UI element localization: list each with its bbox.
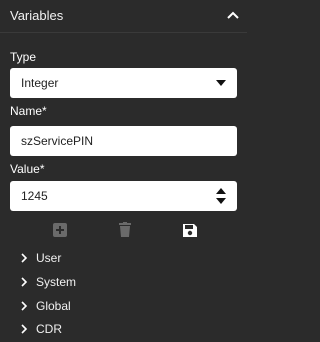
trash-icon[interactable] bbox=[118, 222, 132, 238]
tree-item-system[interactable]: System bbox=[20, 274, 76, 290]
value-label: Value* bbox=[10, 162, 45, 176]
tree-item-label: System bbox=[36, 275, 77, 289]
panel-header: Variables bbox=[0, 0, 247, 33]
spinner-arrows-icon[interactable] bbox=[216, 187, 226, 205]
name-input[interactable]: szServicePIN bbox=[10, 126, 237, 156]
name-label: Name* bbox=[10, 104, 47, 118]
tree-item-label: Global bbox=[36, 299, 71, 313]
panel-title: Variables bbox=[10, 8, 64, 23]
type-select[interactable]: Integer bbox=[10, 68, 237, 98]
name-required-mark: * bbox=[42, 104, 47, 118]
save-icon[interactable] bbox=[183, 222, 197, 238]
tree-item-user[interactable]: User bbox=[20, 250, 61, 266]
add-icon[interactable] bbox=[53, 222, 67, 238]
tree-item-global[interactable]: Global bbox=[20, 298, 71, 314]
chevron-right-icon bbox=[21, 324, 28, 334]
type-value: Integer bbox=[21, 76, 59, 90]
value-value: 1245 bbox=[21, 189, 48, 203]
type-label: Type bbox=[10, 50, 37, 64]
tree-item-cdr[interactable]: CDR bbox=[20, 321, 62, 337]
chevron-right-icon bbox=[21, 301, 28, 311]
tree-item-label: User bbox=[36, 251, 62, 265]
variable-actions bbox=[0, 222, 247, 240]
chevron-right-icon bbox=[21, 253, 28, 263]
chevron-up-icon[interactable] bbox=[227, 10, 239, 20]
tree-item-label: CDR bbox=[36, 322, 62, 336]
caret-down-icon bbox=[216, 80, 226, 86]
chevron-right-icon bbox=[21, 277, 28, 287]
name-value: szServicePIN bbox=[21, 134, 94, 148]
value-number-input[interactable]: 1245 bbox=[10, 181, 237, 211]
value-required-mark: * bbox=[39, 162, 45, 176]
